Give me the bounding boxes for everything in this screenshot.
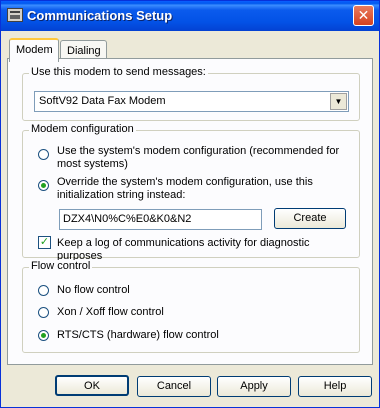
window-title: Communications Setup [27,8,173,23]
radio-override-config-label: Override the system's modem configuratio… [57,176,313,201]
radio-no-flow-control-label: No flow control [57,284,130,296]
flow-control-legend: Flow control [29,260,93,272]
modem-config-group: Modem configuration Use the system's mod… [22,123,360,262]
modem-config-legend: Modem configuration [29,123,136,135]
log-checkbox[interactable]: ✓ [38,236,51,249]
help-button[interactable]: Help [298,376,372,397]
modem-tab-panel: Use this modem to send messages: SoftV92… [7,58,373,365]
close-icon[interactable]: ✕ [353,5,374,26]
radio-system-config-label: Use the system's modem configuration (re… [57,145,340,170]
init-string-field[interactable]: DZX4\N0%C%E0&K0&N2 [59,209,262,230]
radio-xon-xoff-label: Xon / Xoff flow control [57,306,164,318]
tab-modem-label: Modem [16,44,53,56]
radio-no-flow-control[interactable] [38,285,49,296]
init-string-value: DZX4\N0%C%E0&K0&N2 [63,213,192,225]
cancel-button[interactable]: Cancel [137,376,211,397]
log-checkbox-label: Keep a log of communications activity fo… [57,237,310,262]
modem-select-group: Use this modem to send messages: SoftV92… [22,66,360,121]
tab-dialing-label: Dialing [67,45,101,57]
tab-modem[interactable]: Modem [9,38,59,62]
apply-button[interactable]: Apply [217,376,291,397]
communications-setup-dialog: Communications Setup ✕ Modem Dialing Use… [0,0,380,408]
radio-override-config[interactable] [38,180,49,191]
modem-select-legend: Use this modem to send messages: [29,66,208,78]
ok-button[interactable]: OK [55,375,129,396]
modem-dropdown-value: SoftV92 Data Fax Modem [39,95,166,107]
title-bar[interactable]: Communications Setup ✕ [1,1,379,31]
radio-rts-cts[interactable] [38,330,49,341]
flow-control-group: Flow control No flow control Xon / Xoff … [22,260,360,353]
chevron-down-icon[interactable]: ▼ [330,93,347,110]
radio-rts-cts-label: RTS/CTS (hardware) flow control [57,329,219,341]
modem-app-icon [7,8,23,22]
create-button[interactable]: Create [274,208,346,229]
radio-xon-xoff[interactable] [38,307,49,318]
radio-system-config[interactable] [38,149,49,160]
modem-dropdown[interactable]: SoftV92 Data Fax Modem ▼ [34,91,349,112]
